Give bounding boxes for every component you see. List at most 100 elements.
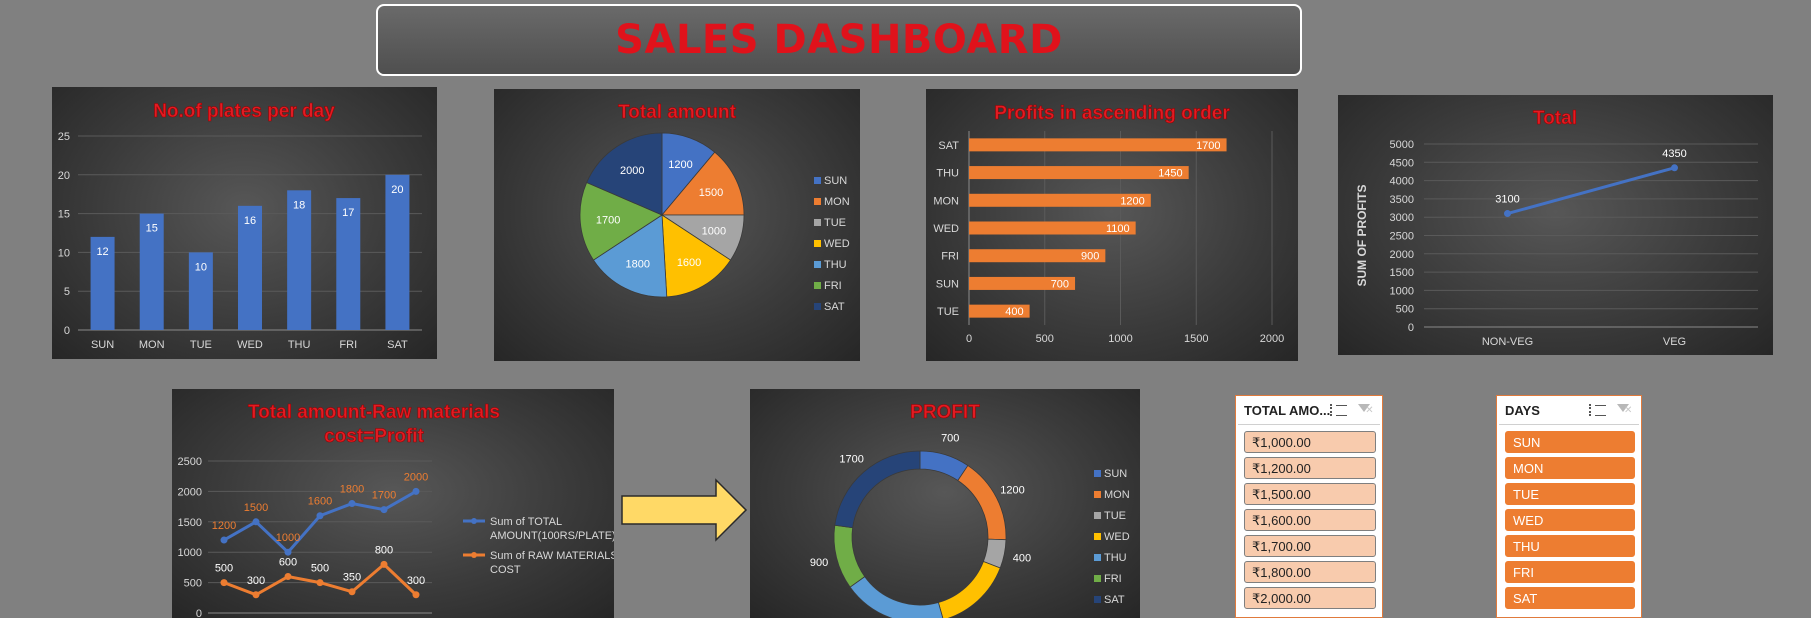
slicer-item[interactable]: ₹1,800.00 — [1244, 561, 1376, 583]
data-label: 1200 — [668, 159, 692, 171]
legend-swatch — [1094, 512, 1101, 519]
x-tick-label: 2000 — [1260, 333, 1284, 345]
x-tick-label: TUE — [190, 339, 212, 351]
data-label: 500 — [311, 563, 329, 575]
total-amount-slicer[interactable]: TOTAL AMO... ₹1,000.00 ₹1,200.00 ₹1,500.… — [1235, 395, 1383, 618]
slicer-item[interactable]: ₹1,600.00 — [1244, 509, 1376, 531]
x-tick-label: THU — [288, 339, 311, 351]
multi-select-icon[interactable] — [1589, 403, 1607, 417]
y-tick-label: 2000 — [178, 486, 202, 498]
slicer-header: TOTAL AMO... — [1238, 396, 1380, 425]
data-label: 300 — [407, 575, 425, 587]
data-point — [316, 512, 324, 520]
data-label: 900 — [810, 557, 828, 569]
slicer-item[interactable]: MON — [1505, 457, 1635, 479]
slicer-item[interactable]: THU — [1505, 535, 1635, 557]
data-label: 700 — [1051, 278, 1069, 290]
data-label: 1500 — [699, 187, 723, 199]
legend-swatch — [1094, 554, 1101, 561]
data-point — [284, 573, 292, 581]
data-label: 900 — [1081, 251, 1099, 263]
legend-label: AMOUNT(100RS/PLATE) — [490, 530, 614, 542]
doughnut-segment — [957, 465, 1007, 541]
chart-title: Profits in ascending order — [994, 103, 1230, 124]
chart-title: Total — [1533, 108, 1577, 129]
plates-per-day-chart[interactable]: No.of plates per day 0 5 10 15 20 25 12 SUN 15 MON… — [52, 87, 437, 359]
data-point — [284, 548, 292, 556]
y-tick-label: 1500 — [1390, 267, 1414, 279]
plates-per-day-svg: No.of plates per day 0 5 10 15 20 25 12 SUN 15 MON… — [58, 101, 422, 351]
slicer-item[interactable]: ₹1,700.00 — [1244, 535, 1376, 557]
legend-label: TUE — [1104, 510, 1126, 522]
total-line-chart[interactable]: Total 0 500 1000 1500 2000 2500 3000 3500 4000 450… — [1338, 95, 1773, 355]
legend-label: FRI — [1104, 573, 1122, 585]
slicer-item[interactable]: WED — [1505, 509, 1635, 531]
clear-filter-icon[interactable] — [1356, 403, 1374, 417]
y-tick-label: 2000 — [1390, 249, 1414, 261]
data-label: 12 — [96, 246, 108, 258]
legend-swatch — [1094, 596, 1101, 603]
x-tick-label: 500 — [1036, 333, 1054, 345]
legend-marker — [471, 518, 477, 524]
legend-marker — [471, 552, 477, 558]
data-label: 400 — [1005, 306, 1023, 318]
data-label: 1700 — [839, 454, 863, 466]
profits-ascending-svg: Profits in ascending order 0 500 1000 1500 20… — [933, 103, 1284, 345]
data-point — [1671, 164, 1678, 172]
series-line — [1507, 166, 1675, 215]
data-label: 18 — [293, 199, 305, 211]
y-tick-label: 0 — [1408, 322, 1414, 334]
slicer-item[interactable]: FRI — [1505, 561, 1635, 583]
legend-label: WED — [824, 238, 850, 250]
profits-ascending-chart[interactable]: Profits in ascending order 0 500 1000 1500 20… — [926, 89, 1298, 361]
data-label: 2000 — [404, 471, 428, 483]
slicer-item[interactable]: ₹1,500.00 — [1244, 483, 1376, 505]
profit-calc-svg: Total amount-Raw materials cost=Profit 0 50… — [178, 402, 614, 618]
total-amount-chart[interactable]: Total amount 1200 1500 1000 1600 1800 1700 2000… — [494, 89, 860, 361]
legend-swatch — [1094, 470, 1101, 477]
legend-swatch — [1094, 491, 1101, 498]
data-point — [380, 560, 388, 568]
data-label: 800 — [375, 544, 393, 556]
slicer-item[interactable]: TUE — [1505, 483, 1635, 505]
legend-label: TUE — [824, 217, 846, 229]
y-tick-label: 4000 — [1390, 176, 1414, 188]
slicer-item[interactable]: ₹1,200.00 — [1244, 457, 1376, 479]
data-label: 600 — [279, 557, 297, 569]
slicer-item[interactable]: SUN — [1505, 431, 1635, 453]
slicer-item[interactable]: SAT — [1505, 587, 1635, 609]
y-tick-label: TUE — [937, 306, 959, 318]
profit-doughnut-chart[interactable]: PROFIT 700 1200 400 900 1700 SUN MON TUE WED THU FR… — [750, 389, 1140, 618]
data-label: 300 — [247, 575, 265, 587]
legend-label: MON — [1104, 489, 1130, 501]
data-label: 2000 — [620, 165, 644, 177]
chart-title: cost=Profit — [324, 426, 424, 447]
data-point — [220, 579, 228, 587]
profit-doughnut-svg: PROFIT 700 1200 400 900 1700 SUN MON TUE WED THU FR… — [810, 402, 1130, 618]
y-tick-label: FRI — [941, 251, 959, 263]
bar — [969, 166, 1189, 180]
y-tick-label: 4500 — [1390, 157, 1414, 169]
legend-label: COST — [490, 564, 521, 576]
data-label: 4350 — [1662, 148, 1686, 160]
x-tick-label: SUN — [91, 339, 114, 351]
legend-label: FRI — [824, 280, 842, 292]
data-label: 15 — [146, 223, 158, 235]
data-label: 3100 — [1495, 194, 1519, 206]
data-label: 1500 — [244, 502, 268, 514]
x-tick-label: VEG — [1663, 336, 1686, 348]
y-tick-label: SUN — [936, 278, 959, 290]
y-tick-label: 10 — [58, 247, 70, 259]
data-label: 1200 — [1120, 195, 1144, 207]
days-slicer[interactable]: DAYS SUN MON TUE WED THU FRI SAT — [1496, 395, 1642, 618]
x-tick-label: NON-VEG — [1482, 336, 1533, 348]
profit-calc-chart[interactable]: Total amount-Raw materials cost=Profit 0 50… — [172, 389, 614, 618]
data-label: 10 — [195, 261, 207, 273]
y-tick-label: 5 — [64, 286, 70, 298]
data-point — [316, 579, 324, 587]
multi-select-icon[interactable] — [1330, 403, 1348, 417]
slicer-item[interactable]: ₹1,000.00 — [1244, 431, 1376, 453]
legend-swatch — [814, 303, 821, 310]
slicer-item[interactable]: ₹2,000.00 — [1244, 587, 1376, 609]
clear-filter-icon[interactable] — [1615, 403, 1633, 417]
